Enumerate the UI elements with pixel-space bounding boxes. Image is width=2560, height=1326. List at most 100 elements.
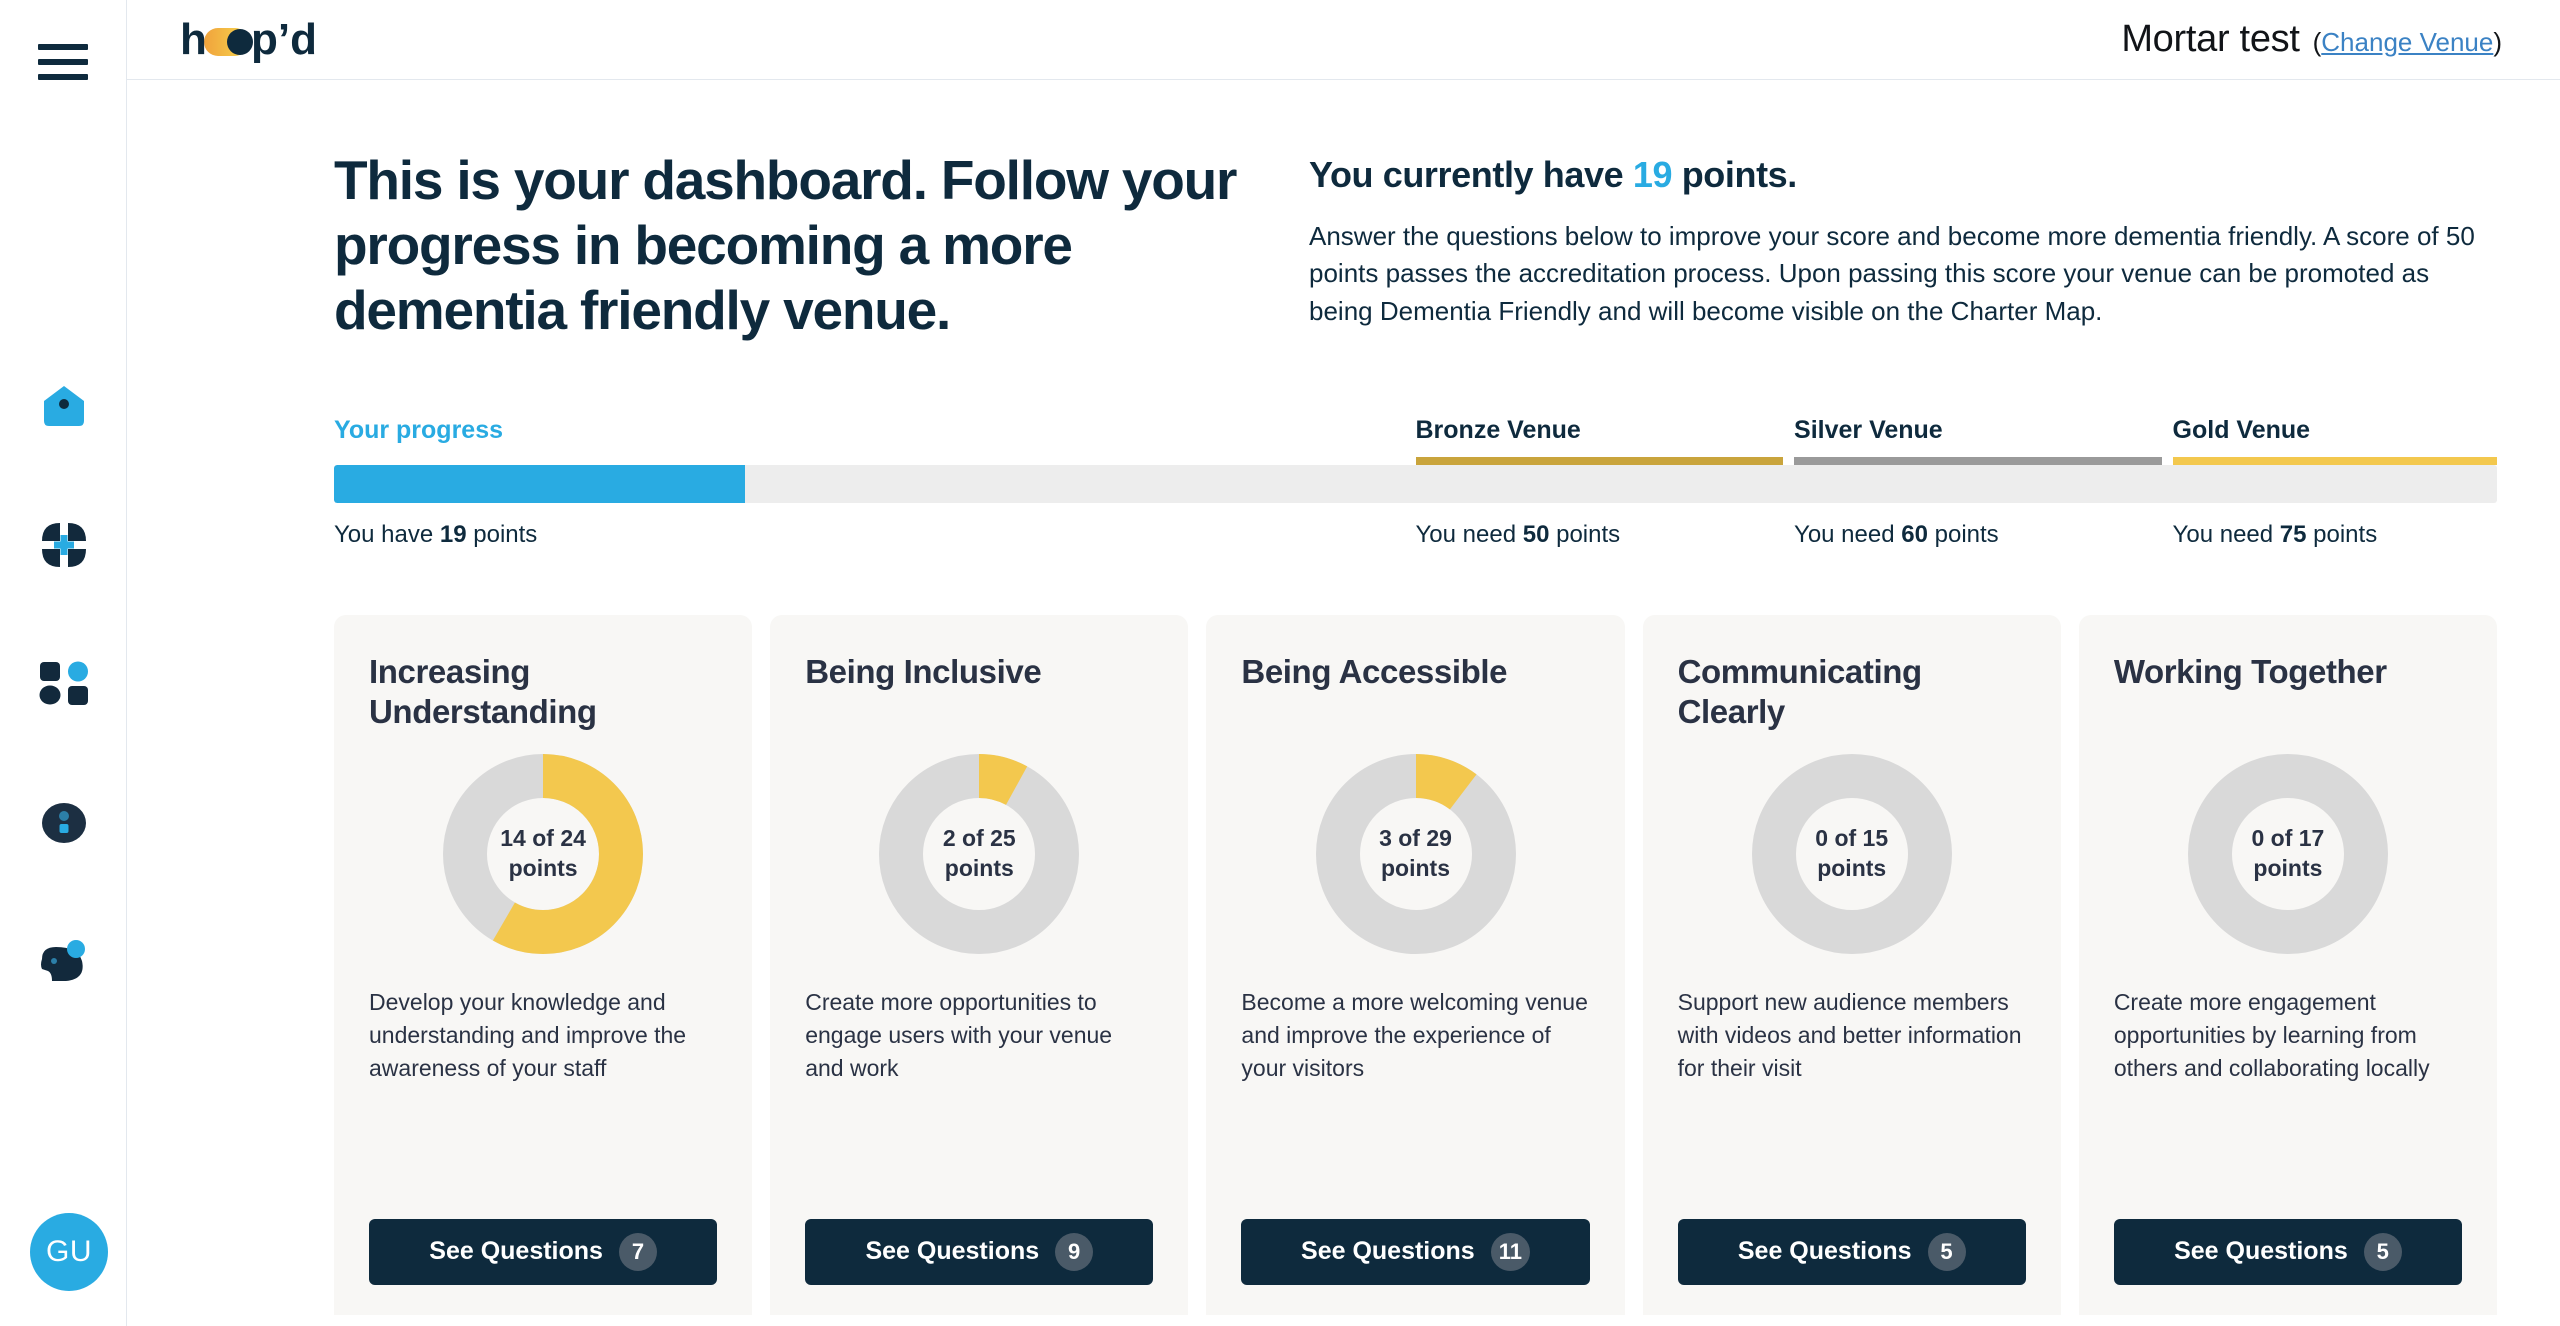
hamburger-bar	[38, 44, 88, 50]
sidebar-item-community[interactable]	[36, 936, 92, 992]
sidebar: GU	[0, 0, 127, 1326]
category-cards: Increasing Understanding 14 of 24 points De…	[334, 614, 2498, 1315]
change-venue: (Change Venue)	[2313, 27, 2502, 58]
points-value: 19	[1632, 154, 1673, 195]
donut-center-label: 2 of 25 points	[875, 750, 1083, 958]
top-bar: h p’d Mortar test (Change Venue)	[127, 0, 2560, 80]
need-value: 60	[1901, 520, 1928, 548]
main-area: h p’d Mortar test (Change Venue) This is…	[127, 0, 2560, 1326]
sidebar-item-profile[interactable]	[36, 797, 92, 853]
donut-points-unit: points	[2253, 854, 2323, 881]
see-questions-label: See Questions	[865, 1237, 1040, 1266]
category-card: Being Accessible 3 of 29 points Become a mo…	[1206, 614, 1625, 1315]
hamburger-icon[interactable]	[38, 44, 88, 80]
venue-name: Mortar test	[2121, 18, 2300, 60]
progress-footer: You have 19 points You need 50 points Yo…	[334, 521, 2497, 561]
tier-need-gold: You need 75 points	[2173, 521, 2378, 549]
hero-left: This is your dashboard. Follow your prog…	[334, 148, 1309, 343]
sidebar-item-home[interactable]	[36, 380, 92, 436]
question-count-badge: 11	[1490, 1232, 1530, 1271]
progress-donut-chart: 0 of 17 points	[2184, 750, 2392, 958]
app-root: GU h p’d Mortar test (Change Venue) This…	[0, 0, 2560, 1326]
donut-points-text: 2 of 25	[942, 824, 1016, 851]
need-prefix: You need	[1415, 520, 1523, 548]
donut-points-unit: points	[944, 854, 1014, 881]
avatar[interactable]: GU	[30, 1213, 108, 1291]
progress-donut-chart: 2 of 25 points	[875, 750, 1083, 958]
donut-center-label: 0 of 15 points	[1748, 750, 1956, 958]
sidebar-item-categories[interactable]	[36, 519, 92, 575]
your-progress-label: Your progress	[334, 415, 504, 444]
donut-center-label: 0 of 17 points	[2184, 750, 2392, 958]
donut-points-text: 0 of 17	[2251, 824, 2325, 851]
tier-need-bronze: You need 50 points	[1416, 521, 1621, 549]
see-questions-label: See Questions	[1737, 1237, 1912, 1266]
donut-points-unit: points	[1381, 854, 1450, 881]
see-questions-button[interactable]: See Questions 5	[1677, 1218, 2026, 1285]
card-title: Increasing Understanding	[369, 652, 597, 730]
category-card: Increasing Understanding 14 of 24 points De…	[334, 614, 753, 1315]
donut-wrap: 0 of 17 points	[2114, 750, 2462, 958]
tier-label-gold: Gold Venue	[2172, 415, 2311, 444]
donut-points-unit: points	[1817, 854, 1887, 881]
hamburger-bar	[38, 59, 88, 65]
see-questions-button[interactable]: See Questions 5	[2113, 1218, 2463, 1285]
points-have-text: You have 19 points	[334, 521, 537, 549]
card-description: Become a more welcoming venue and improv…	[1241, 988, 1588, 1082]
need-suffix: points	[1549, 520, 1621, 548]
donut-wrap: 2 of 25 points	[805, 750, 1153, 958]
need-prefix: You need	[2172, 520, 2280, 548]
tier-label-bronze: Bronze Venue	[1415, 415, 1581, 444]
page-title: This is your dashboard. Follow your prog…	[334, 149, 1237, 341]
tier-need-silver: You need 60 points	[1794, 521, 1999, 549]
have-suffix: points	[466, 520, 538, 548]
card-title: Being Inclusive	[805, 652, 1042, 690]
donut-points-text: 0 of 15	[1815, 824, 1889, 851]
donut-wrap: 14 of 24 points	[369, 750, 717, 958]
sidebar-nav	[0, 380, 127, 992]
see-questions-button[interactable]: See Questions 11	[1241, 1218, 1590, 1285]
card-description: Develop your knowledge and understanding…	[369, 988, 687, 1082]
category-card: Communicating Clearly 0 of 15 points Suppor…	[1642, 614, 2061, 1315]
progress-labels: Your progress Bronze Venue Silver Venue …	[334, 405, 2497, 445]
points-suffix: points.	[1672, 154, 1798, 195]
see-questions-button[interactable]: See Questions 9	[805, 1218, 1154, 1285]
card-title: Communicating Clearly	[1677, 652, 1923, 730]
card-title: Being Accessible	[1241, 652, 1508, 690]
tier-label-silver: Silver Venue	[1794, 415, 1943, 444]
progress-donut-chart: 14 of 24 points	[439, 750, 647, 958]
donut-points-unit: points	[508, 854, 578, 881]
hero-section: This is your dashboard. Follow your prog…	[334, 148, 2497, 343]
progress-bar-track	[334, 464, 2497, 503]
tier-markers	[334, 456, 2497, 465]
donut-wrap: 0 of 15 points	[1678, 750, 2026, 958]
question-count-badge: 7	[618, 1232, 657, 1271]
donut-center-label: 3 of 29 points	[1312, 750, 1520, 958]
see-questions-label: See Questions	[429, 1237, 603, 1266]
hamburger-bar	[38, 74, 88, 80]
hero-description: Answer the questions below to improve yo…	[1309, 221, 2475, 326]
sidebar-item-dashboard[interactable]	[36, 658, 92, 714]
need-suffix: points	[2306, 520, 2378, 548]
card-description: Support new audience members with videos…	[1677, 988, 2022, 1082]
need-value: 75	[2279, 520, 2307, 548]
see-questions-label: See Questions	[2174, 1237, 2348, 1266]
home-icon	[40, 382, 88, 435]
tier-marker-gold	[2172, 456, 2497, 465]
category-card: Working Together 0 of 17 points Create more…	[2078, 614, 2498, 1315]
question-count-badge: 9	[1055, 1232, 1094, 1271]
progress-bar-fill	[334, 464, 745, 503]
progress-donut-chart: 3 of 29 points	[1312, 750, 1520, 958]
see-questions-button[interactable]: See Questions 7	[369, 1218, 718, 1285]
points-prefix: You currently have	[1309, 154, 1633, 195]
need-value: 50	[1522, 520, 1550, 548]
progress-donut-chart: 0 of 15 points	[1748, 750, 1956, 958]
hoopd-logo[interactable]: h p’d	[180, 12, 330, 68]
venue-selector: Mortar test (Change Venue)	[2121, 18, 2502, 61]
donut-points-text: 14 of 24	[500, 824, 586, 851]
person-info-icon	[40, 799, 88, 852]
svg-text:p’d: p’d	[251, 15, 317, 64]
change-venue-link[interactable]: Change Venue	[2321, 27, 2493, 57]
grid-squares-icon	[39, 661, 89, 712]
card-title: Working Together	[2113, 652, 2387, 690]
